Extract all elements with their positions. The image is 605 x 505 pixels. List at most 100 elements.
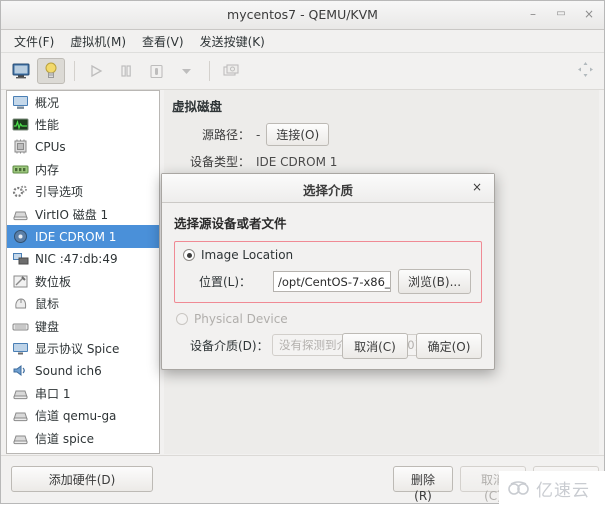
- location-input[interactable]: /opt/CentOS-7-x86_64: [273, 271, 391, 292]
- physical-device-radio-row[interactable]: Physical Device: [174, 312, 482, 326]
- watermark: 亿速云: [499, 471, 605, 505]
- memory-icon: [12, 162, 29, 177]
- cpu-icon: [12, 139, 29, 154]
- add-hardware-button[interactable]: 添加硬件(D): [11, 466, 153, 492]
- sidebar-item-label: 引导选项: [35, 185, 84, 200]
- connect-button[interactable]: 连接(O): [266, 123, 330, 146]
- sidebar-item-label: IDE CDROM 1: [35, 229, 117, 244]
- boot-icon: [12, 184, 29, 199]
- sidebar-item-overview[interactable]: 概况: [7, 91, 159, 113]
- maximize-icon[interactable]: ▭: [554, 5, 568, 23]
- details-view-button[interactable]: [37, 58, 65, 84]
- display-icon: [12, 341, 29, 356]
- sidebar-item-cpus[interactable]: CPUs: [7, 136, 159, 158]
- physical-device-label: Physical Device: [194, 312, 288, 326]
- serial-icon: [12, 386, 29, 401]
- video-icon: [12, 453, 29, 454]
- detail-row-source-path: 源路径： - 连接(O): [164, 123, 599, 146]
- dialog-close-icon[interactable]: ×: [470, 179, 484, 195]
- virt-manager-window: mycentos7 - QEMU/KVM – ▭ × 文件(F) 虚拟机(M) …: [0, 0, 605, 505]
- toolbar: [1, 53, 604, 90]
- watermark-text: 亿速云: [536, 480, 590, 501]
- sidebar-item-label: 显卡 QXL: [35, 452, 87, 453]
- location-label: 位置(L)：: [199, 275, 252, 289]
- sidebar-item-virtio-disk-1[interactable]: VirtIO 磁盘 1: [7, 203, 159, 225]
- pause-button[interactable]: [112, 58, 140, 84]
- image-location-radio[interactable]: [183, 249, 195, 261]
- sidebar-item-display-spice[interactable]: 显示协议 Spice: [7, 337, 159, 359]
- choose-media-dialog: 选择介质 × 选择源设备或者文件 Image Location 位置(L)： /…: [161, 173, 495, 370]
- snapshot-icon: [222, 63, 239, 76]
- shutdown-icon: [149, 64, 163, 78]
- sidebar-item-video-qxl[interactable]: 显卡 QXL: [7, 449, 159, 454]
- sidebar-item-label: NIC :47:db:49: [35, 251, 118, 266]
- detail-label: 源路径：: [201, 128, 250, 142]
- close-icon[interactable]: ×: [582, 5, 596, 23]
- cloud-logo-icon: [508, 481, 529, 495]
- menu-view[interactable]: 查看(V): [135, 31, 191, 52]
- sidebar-item-ide-cdrom-1[interactable]: IDE CDROM 1: [7, 225, 159, 248]
- keyboard-icon: [12, 319, 29, 334]
- dialog-section-title: 选择源设备或者文件: [174, 216, 287, 231]
- sidebar-item-tablet[interactable]: 数位板: [7, 270, 159, 292]
- detail-value: -: [256, 127, 261, 142]
- sidebar-item-sound[interactable]: Sound ich6: [7, 360, 159, 382]
- minimize-icon[interactable]: –: [526, 5, 540, 23]
- sidebar-item-boot-options[interactable]: 引导选项: [7, 181, 159, 203]
- detail-label: 设备类型：: [189, 155, 250, 169]
- physical-device-radio[interactable]: [176, 313, 188, 325]
- window-controls: – ▭ ×: [526, 5, 596, 23]
- browse-button[interactable]: 浏览(B)...: [398, 269, 472, 294]
- monitor-icon: [12, 63, 30, 79]
- sidebar-item-memory[interactable]: 内存: [7, 158, 159, 180]
- shutdown-button[interactable]: [142, 58, 170, 84]
- channel-icon: [12, 431, 29, 446]
- disk-icon: [12, 207, 29, 222]
- sidebar-item-label: VirtIO 磁盘 1: [35, 207, 109, 222]
- performance-icon: [12, 117, 29, 132]
- tablet-icon: [12, 274, 29, 289]
- window-titlebar: mycentos7 - QEMU/KVM – ▭ ×: [1, 1, 604, 30]
- fullscreen-button[interactable]: [577, 61, 594, 81]
- image-location-label: Image Location: [201, 248, 294, 262]
- menu-file[interactable]: 文件(F): [7, 31, 61, 52]
- nic-icon: [12, 251, 29, 266]
- sidebar-item-label: Sound ich6: [35, 363, 102, 378]
- cdrom-icon: [12, 229, 29, 244]
- image-location-radio-row[interactable]: Image Location: [183, 248, 473, 262]
- dialog-titlebar: 选择介质 ×: [162, 174, 494, 203]
- menu-virtual-machine[interactable]: 虚拟机(M): [63, 31, 133, 52]
- overview-icon: [12, 95, 29, 110]
- menu-send-key[interactable]: 发送按键(K): [193, 31, 272, 52]
- detail-title: 虚拟磁盘: [172, 99, 223, 114]
- hardware-list[interactable]: 概况 性能 CPUs 内存 引导选项 VirtIO 磁盘 1 IDE CDROM…: [6, 90, 160, 454]
- sidebar-item-nic[interactable]: NIC :47:db:49: [7, 248, 159, 270]
- snapshots-button[interactable]: [217, 58, 245, 84]
- lightbulb-icon: [45, 62, 57, 78]
- sidebar-item-label: 数位板: [35, 274, 72, 289]
- dialog-ok-button[interactable]: 确定(O): [416, 333, 482, 359]
- sidebar-item-label: 信道 qemu-ga: [35, 409, 117, 424]
- shutdown-dropdown-button[interactable]: [172, 58, 200, 84]
- remove-button[interactable]: 删除(R): [393, 466, 453, 503]
- sidebar-item-label: 性能: [35, 118, 60, 133]
- sidebar-item-channel-spice[interactable]: 信道 spice: [7, 427, 159, 449]
- sidebar-item-label: 概况: [35, 95, 60, 110]
- mouse-icon: [12, 296, 29, 311]
- caret-down-icon: [181, 69, 191, 74]
- sidebar-item-keyboard[interactable]: 键盘: [7, 315, 159, 337]
- window-title: mycentos7 - QEMU/KVM: [227, 7, 378, 22]
- fullscreen-icon: [578, 62, 593, 77]
- sidebar-item-label: 显示协议 Spice: [35, 341, 120, 356]
- sidebar-item-label: 鼠标: [35, 297, 60, 312]
- run-button[interactable]: [82, 58, 110, 84]
- sidebar-item-performance[interactable]: 性能: [7, 113, 159, 135]
- sidebar-item-mouse[interactable]: 鼠标: [7, 293, 159, 315]
- sidebar-item-channel-qemu-ga[interactable]: 信道 qemu-ga: [7, 404, 159, 426]
- dialog-buttons: 取消(C) 确定(O): [342, 333, 482, 359]
- dialog-cancel-button[interactable]: 取消(C): [342, 333, 408, 359]
- console-view-button[interactable]: [7, 58, 35, 84]
- sidebar-item-serial-1[interactable]: 串口 1: [7, 382, 159, 404]
- sidebar-item-label: 内存: [35, 162, 60, 177]
- sound-icon: [12, 363, 29, 378]
